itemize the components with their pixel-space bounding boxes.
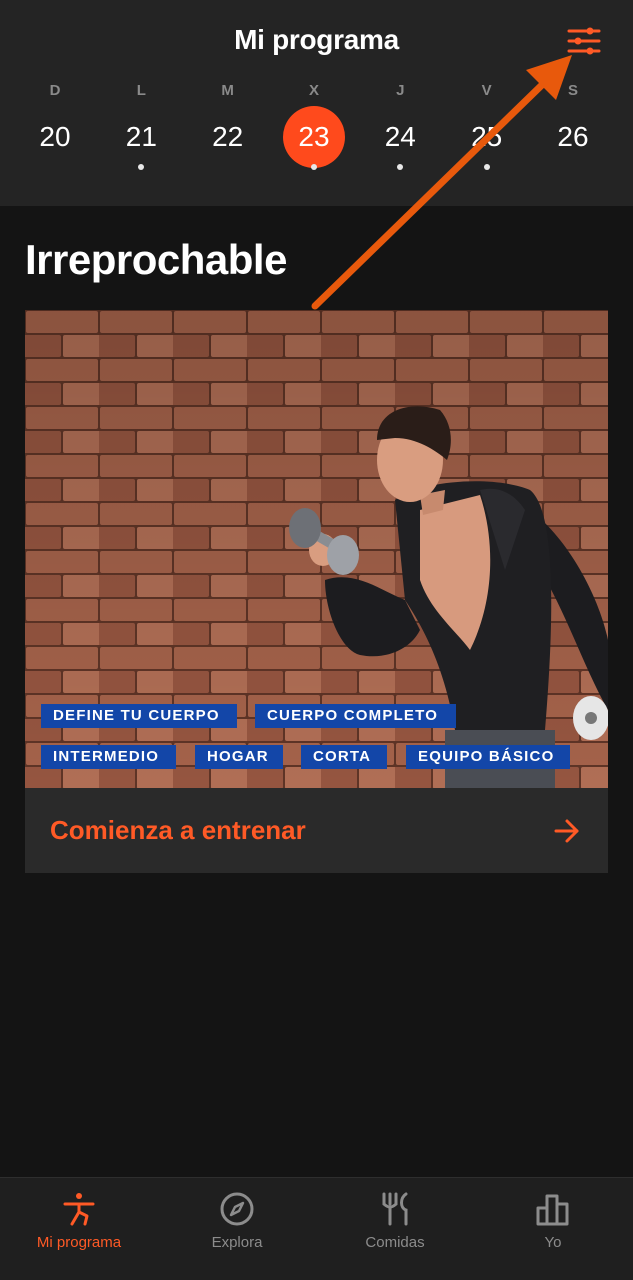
day-friday[interactable]: V 25 <box>444 78 530 178</box>
start-training-button[interactable]: Comienza a entrenar <box>25 788 608 873</box>
day-letter: M <box>221 82 234 99</box>
program-card[interactable]: DEFINE TU CUERPO CUERPO COMPLETO INTERME… <box>25 310 608 873</box>
week-strip: D 20 L 21 M 22 X 23 J 24 V 25 S 26 <box>12 78 616 178</box>
bottom-navigation: Mi programa Explora Comidas Yo <box>0 1177 633 1280</box>
tag-duration: CORTA <box>301 745 387 769</box>
page-title: Mi programa <box>234 24 399 55</box>
day-letter: V <box>481 82 492 99</box>
day-saturday[interactable]: S 26 <box>530 78 616 178</box>
day-sunday[interactable]: D 20 <box>12 78 98 178</box>
day-number: 26 <box>557 121 589 152</box>
workout-dot <box>138 164 145 170</box>
day-letter: D <box>49 82 61 99</box>
nav-item-explora[interactable]: Explora <box>158 1178 316 1280</box>
day-number: 22 <box>212 121 244 152</box>
nav-label: Yo <box>544 1234 562 1251</box>
top-header: Mi programa D 20 L 21 M 22 X 23 J 24 V 2… <box>0 0 633 206</box>
day-monday[interactable]: L 21 <box>98 78 184 178</box>
day-thursday[interactable]: J 24 <box>357 78 443 178</box>
workout-dot <box>397 164 404 170</box>
arrow-right-icon <box>554 819 579 843</box>
nav-item-mi-programa[interactable]: Mi programa <box>0 1178 158 1280</box>
bar-chart-icon <box>536 1194 569 1226</box>
tag-define: DEFINE TU CUERPO <box>41 704 237 728</box>
day-number: 24 <box>384 121 416 152</box>
fork-knife-icon <box>382 1192 408 1226</box>
day-number-selected: 23 <box>282 106 345 168</box>
day-number: 21 <box>125 121 157 152</box>
nav-item-yo[interactable]: Yo <box>474 1178 632 1280</box>
tag-equipment: EQUIPO BÁSICO <box>406 745 570 769</box>
tag-location: HOGAR <box>195 745 283 769</box>
day-letter: L <box>136 82 146 99</box>
day-letter: J <box>396 82 405 99</box>
day-letter: S <box>567 82 578 99</box>
workout-dot <box>310 164 317 170</box>
day-number: 25 <box>471 121 503 152</box>
stretching-person-icon <box>63 1193 95 1226</box>
tag-full-body: CUERPO COMPLETO <box>255 704 456 728</box>
compass-icon <box>220 1192 254 1226</box>
nav-label: Mi programa <box>36 1234 122 1251</box>
day-tuesday[interactable]: M 22 <box>185 78 271 178</box>
sliders-icon <box>567 27 601 55</box>
nav-item-comidas[interactable]: Comidas <box>316 1178 474 1280</box>
start-training-label: Comienza a entrenar <box>50 815 306 845</box>
program-title: Irreprochable <box>25 236 287 283</box>
nav-label: Comidas <box>365 1234 425 1251</box>
nav-label: Explora <box>211 1234 263 1251</box>
filter-button[interactable] <box>566 24 602 58</box>
day-letter: X <box>308 82 319 99</box>
day-wednesday-selected[interactable]: X 23 <box>271 78 357 178</box>
tag-level: INTERMEDIO <box>41 745 176 769</box>
day-number: 20 <box>39 121 71 152</box>
workout-dot <box>483 164 490 170</box>
